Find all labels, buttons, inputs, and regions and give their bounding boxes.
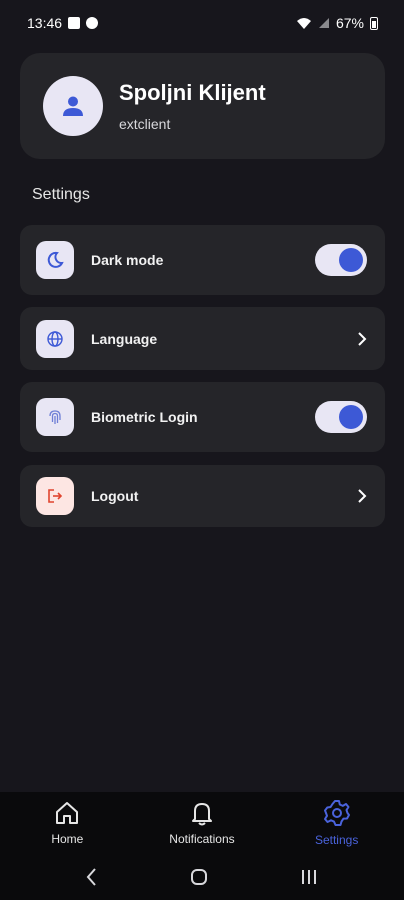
dark-mode-toggle[interactable] xyxy=(315,244,367,276)
status-right: 67% xyxy=(296,15,378,31)
gallery-notification-icon xyxy=(68,17,81,29)
wifi-icon xyxy=(296,17,311,29)
setting-row-dark-mode[interactable]: Dark mode xyxy=(20,225,385,295)
moon-icon xyxy=(36,241,74,279)
battery-percent: 67% xyxy=(335,15,364,31)
section-title: Settings xyxy=(32,186,90,203)
chevron-right-icon xyxy=(358,489,367,503)
home-button-icon[interactable] xyxy=(189,867,209,887)
profile-text: Spoljni Klijent extclient xyxy=(119,80,266,132)
avatar xyxy=(43,76,103,136)
setting-row-logout[interactable]: Logout xyxy=(20,465,385,527)
app-notification-icon xyxy=(86,17,99,29)
setting-label-dark-mode: Dark mode xyxy=(91,252,164,268)
settings-screen: 13:46 67% Spoljni Klijent extclient Sett… xyxy=(0,0,404,900)
home-icon xyxy=(56,802,79,824)
system-nav-bar xyxy=(0,854,404,900)
logout-icon xyxy=(36,477,74,515)
setting-row-biometric-login[interactable]: Biometric Login xyxy=(20,382,385,452)
battery-icon xyxy=(370,16,378,30)
fingerprint-icon xyxy=(36,398,74,436)
status-time: 13:46 xyxy=(27,15,63,31)
toggle-knob xyxy=(339,405,363,429)
chevron-right-icon xyxy=(358,331,367,346)
nav-label-settings: Settings xyxy=(314,833,359,847)
status-bar: 13:46 67% xyxy=(0,0,404,46)
profile-name: Spoljni Klijent xyxy=(119,80,266,105)
globe-icon xyxy=(36,319,74,358)
gear-icon xyxy=(323,800,350,826)
nav-item-home[interactable]: Home xyxy=(7,800,127,846)
setting-label-logout: Logout xyxy=(91,488,139,504)
setting-label-language: Language xyxy=(91,330,158,347)
nav-item-settings[interactable]: Settings xyxy=(277,799,397,847)
biometric-login-toggle[interactable] xyxy=(315,401,367,433)
setting-row-language[interactable]: Language xyxy=(20,307,385,370)
profile-username: extclient xyxy=(119,116,171,132)
nav-label-home: Home xyxy=(51,832,84,846)
profile-card[interactable]: Spoljni Klijent extclient xyxy=(20,53,385,159)
nav-item-notifications[interactable]: Notifications xyxy=(142,800,262,846)
bottom-nav: Home Notifications Settings xyxy=(0,792,404,854)
setting-label-biometric-login: Biometric Login xyxy=(91,409,198,425)
recent-apps-icon[interactable] xyxy=(299,867,319,887)
signal-icon xyxy=(318,18,329,28)
toggle-knob xyxy=(339,248,363,272)
nav-label-notifications: Notifications xyxy=(169,832,235,846)
status-left: 13:46 xyxy=(27,15,99,31)
back-icon[interactable] xyxy=(85,867,99,887)
person-icon xyxy=(63,96,83,116)
bell-icon xyxy=(191,803,212,826)
